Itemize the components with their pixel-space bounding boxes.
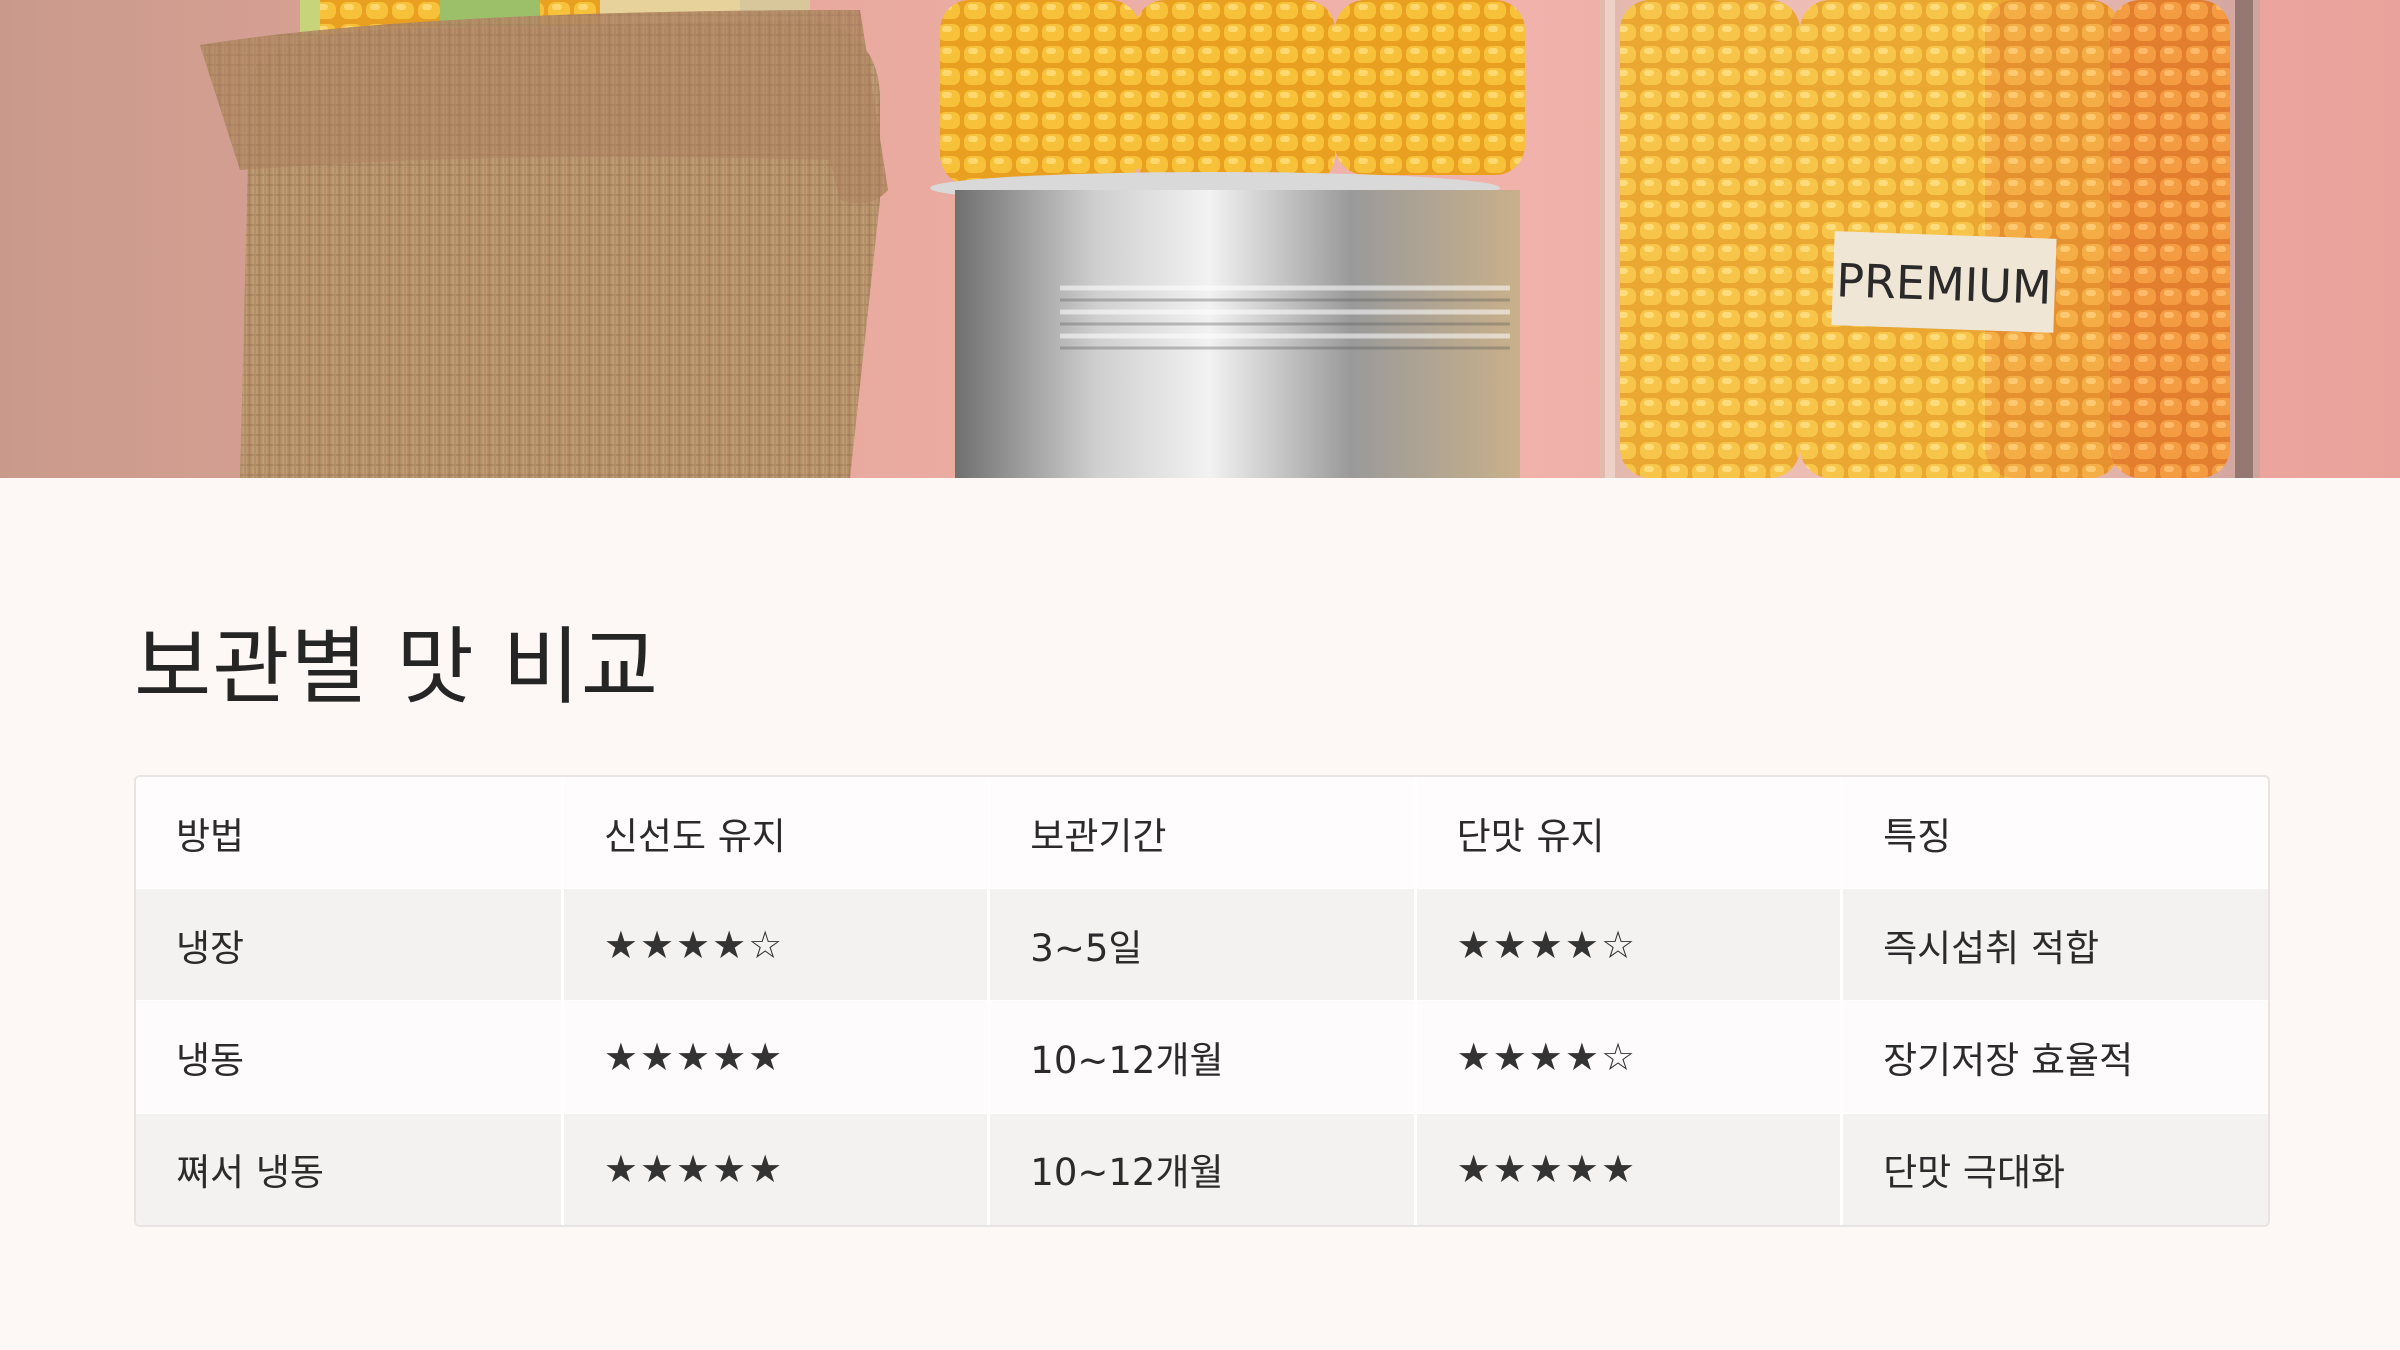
cell-storage-period: 3~5일 <box>987 887 1416 1001</box>
cell-features: 장기저장 효율적 <box>1840 1000 2268 1114</box>
sweetness-rating: ★★★★☆ <box>1413 1000 1842 1114</box>
table-row: 냉동 ★★★★★ 10~12개월 ★★★★☆ 장기저장 효율적 <box>136 1000 2268 1114</box>
hero-image: PREMIUM <box>0 0 2400 478</box>
freshness-rating: ★★★★☆ <box>560 887 989 1001</box>
sweetness-rating: ★★★★☆ <box>1413 887 1842 1001</box>
cell-storage-period: 10~12개월 <box>987 1000 1416 1114</box>
header-features: 특징 <box>1840 777 2268 889</box>
cell-features: 단맛 극대화 <box>1840 1112 2268 1225</box>
svg-text:PREMIUM: PREMIUM <box>1835 253 2052 314</box>
cell-features: 즉시섭취 적합 <box>1840 887 2268 1001</box>
premium-label: PREMIUM <box>1831 231 2057 333</box>
header-sweetness: 단맛 유지 <box>1413 777 1842 889</box>
cell-method: 냉동 <box>136 1000 563 1114</box>
cell-method: 쪄서 냉동 <box>136 1112 563 1225</box>
header-storage-period: 보관기간 <box>987 777 1416 889</box>
freshness-rating: ★★★★★ <box>560 1112 989 1225</box>
cell-storage-period: 10~12개월 <box>987 1112 1416 1225</box>
cell-method: 냉장 <box>136 887 563 1001</box>
comparison-table: 방법 신선도 유지 보관기간 단맛 유지 특징 냉장 ★★★★☆ 3~5일 ★★… <box>134 775 2270 1227</box>
page-title: 보관별 맛 비교 <box>134 618 660 716</box>
header-method: 방법 <box>176 814 245 858</box>
sweetness-rating: ★★★★★ <box>1413 1112 1842 1225</box>
header-freshness: 신선도 유지 <box>560 777 989 889</box>
freshness-rating: ★★★★★ <box>560 1000 989 1114</box>
table-row: 냉장 ★★★★☆ 3~5일 ★★★★☆ 즉시섭취 적합 <box>136 887 2268 1001</box>
table-header-row: 방법 신선도 유지 보관기간 단맛 유지 특징 <box>136 777 2268 889</box>
table-row: 쪄서 냉동 ★★★★★ 10~12개월 ★★★★★ 단맛 극대화 <box>136 1112 2268 1225</box>
